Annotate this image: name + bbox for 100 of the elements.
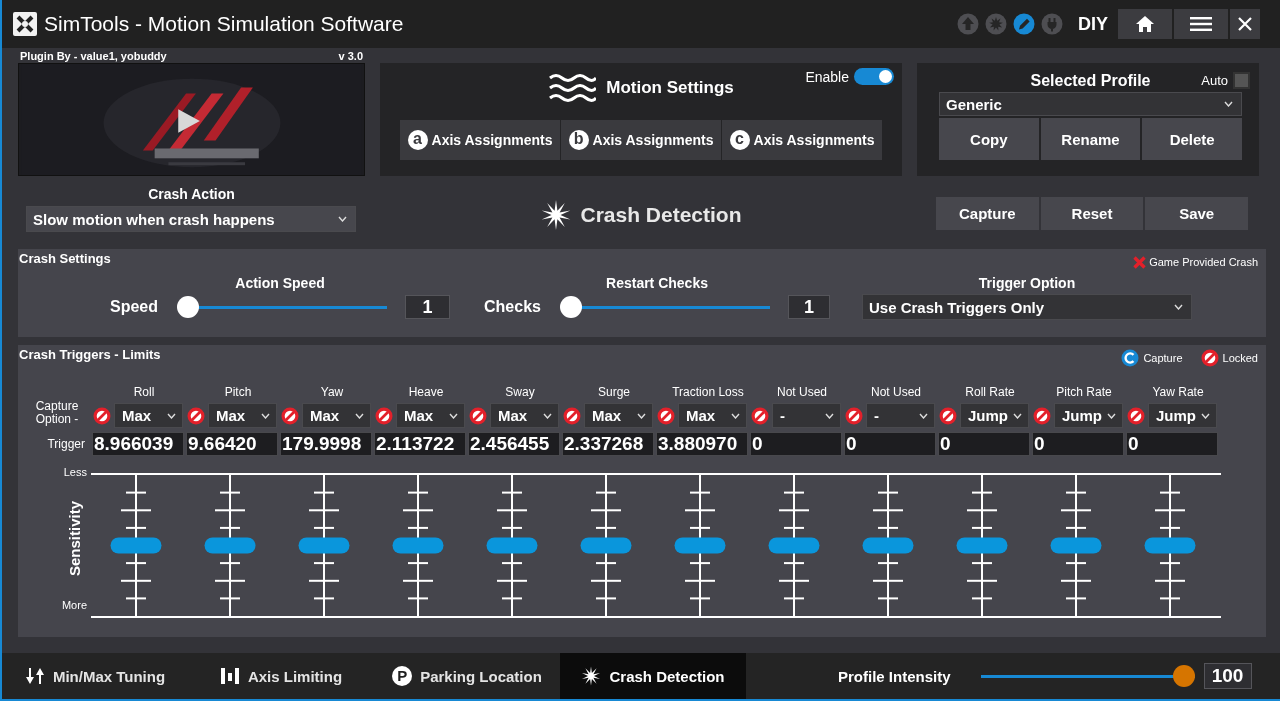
- axis-assignments-button[interactable]: c Axis Assignments: [722, 120, 882, 160]
- app-logo-icon: [12, 11, 38, 37]
- prohibited-icon[interactable]: [563, 406, 581, 425]
- prohibited-icon[interactable]: [1033, 406, 1051, 425]
- trigger-field[interactable]: 0: [938, 432, 1030, 456]
- prohibited-icon: [1200, 349, 1219, 367]
- slider-thumb[interactable]: [862, 537, 914, 554]
- slider-thumb[interactable]: [580, 537, 632, 554]
- axis-label: Surge: [597, 385, 631, 399]
- prohibited-icon[interactable]: [1127, 406, 1145, 425]
- trigger-field[interactable]: 179.9998: [280, 432, 372, 456]
- axis-label: Roll Rate: [964, 385, 1016, 399]
- profile-intensity-label: Profile Intensity: [838, 667, 951, 685]
- menu-button[interactable]: [1174, 9, 1228, 39]
- trigger-field[interactable]: 2.456455: [468, 432, 560, 456]
- group-title: Action Speed: [234, 274, 326, 293]
- slider-thumb[interactable]: [956, 537, 1008, 554]
- profile-dropdown[interactable]: Generic: [939, 92, 1242, 116]
- prohibited-icon[interactable]: [187, 406, 205, 425]
- value-field[interactable]: 100: [1203, 663, 1252, 689]
- trigger-field[interactable]: 0: [844, 432, 936, 456]
- prohibited-icon[interactable]: [657, 406, 675, 425]
- prohibited-icon[interactable]: [281, 406, 299, 425]
- menu-icon: [1190, 17, 1212, 31]
- trigger-field[interactable]: 0: [1126, 432, 1218, 456]
- capture-option-dropdown[interactable]: Jump: [960, 403, 1029, 428]
- slider-thumb[interactable]: [110, 537, 162, 554]
- home-button[interactable]: [1118, 9, 1172, 39]
- action-button[interactable]: Reset: [1040, 197, 1144, 230]
- capture-option-dropdown[interactable]: -: [866, 403, 935, 428]
- prohibited-icon[interactable]: [469, 406, 487, 425]
- profile-button[interactable]: Delete: [1142, 118, 1242, 160]
- slider-thumb[interactable]: [559, 296, 582, 318]
- capture-option-dropdown[interactable]: Max: [208, 403, 277, 428]
- profile-button[interactable]: Rename: [1040, 118, 1141, 160]
- slider-thumb[interactable]: [486, 537, 538, 554]
- trigger-field[interactable]: 9.66420: [186, 432, 278, 456]
- slider-thumb[interactable]: [177, 296, 199, 318]
- trigger-field[interactable]: 0: [750, 432, 842, 456]
- slider[interactable]: [177, 296, 387, 318]
- value-field[interactable]: 1: [787, 295, 830, 319]
- capture-option-dropdown[interactable]: Max: [396, 403, 465, 428]
- page-heading: Crash Detection: [580, 202, 742, 227]
- axis-label: Yaw Rate: [1151, 385, 1205, 399]
- slider-thumb[interactable]: [1050, 537, 1102, 554]
- trigger-field[interactable]: 2.337268: [562, 432, 654, 456]
- capture-option-dropdown[interactable]: Max: [584, 403, 653, 428]
- caret-icon: [1013, 412, 1022, 419]
- caret-icon: [731, 412, 740, 419]
- caret-icon: [825, 412, 834, 419]
- capture-icon: [1121, 349, 1140, 367]
- slider-thumb[interactable]: [204, 537, 256, 554]
- prohibited-icon[interactable]: [939, 406, 957, 425]
- slider-thumb[interactable]: [392, 537, 444, 554]
- profile-button[interactable]: Copy: [939, 118, 1039, 160]
- slider-thumb[interactable]: [768, 537, 820, 554]
- action-button[interactable]: Capture: [936, 197, 1039, 230]
- trigger-field[interactable]: 3.880970: [656, 432, 748, 456]
- caret-icon: [167, 412, 176, 419]
- value-field[interactable]: 1: [405, 295, 450, 319]
- auto-checkbox[interactable]: [1233, 72, 1250, 89]
- slider-thumb[interactable]: [1144, 537, 1196, 554]
- axis-assignments-button[interactable]: a Axis Assignments: [400, 120, 560, 160]
- bottom-tab[interactable]: Crash Detection: [560, 653, 746, 699]
- axis-assignments-button[interactable]: b Axis Assignments: [561, 120, 721, 160]
- crash-action-dropdown[interactable]: Slow motion when crash happens: [26, 206, 356, 232]
- trigger-option-dropdown[interactable]: Use Crash Triggers Only: [862, 294, 1192, 320]
- caret-icon: [637, 412, 646, 419]
- capture-option-dropdown[interactable]: Max: [490, 403, 559, 428]
- pen-icon[interactable]: [1013, 13, 1035, 35]
- close-button[interactable]: [1230, 9, 1260, 39]
- prohibited-icon[interactable]: [375, 406, 393, 425]
- axis-label: Heave: [407, 385, 445, 399]
- plugin-author: Plugin By - value1, yobuddy: [20, 50, 167, 63]
- axis-label: Not Used: [870, 385, 922, 399]
- slider-thumb[interactable]: [298, 537, 350, 554]
- action-button[interactable]: Save: [1145, 197, 1248, 230]
- trigger-field[interactable]: 2.113722: [374, 432, 466, 456]
- capture-option-dropdown[interactable]: -: [772, 403, 841, 428]
- capture-option-dropdown[interactable]: Jump: [1054, 403, 1123, 428]
- slider-thumb[interactable]: [1172, 665, 1195, 687]
- section-title: Crash Triggers - Limits: [19, 346, 161, 362]
- bars-icon: [219, 667, 240, 685]
- slider-thumb[interactable]: [674, 537, 726, 554]
- capture-option-dropdown[interactable]: Max: [678, 403, 747, 428]
- prohibited-icon[interactable]: [93, 406, 111, 425]
- axis-label: Roll: [132, 385, 156, 399]
- caret-icon: [1224, 101, 1233, 107]
- slider[interactable]: [559, 296, 770, 318]
- trigger-field[interactable]: 8.966039: [92, 432, 184, 456]
- auto-label: Auto: [1201, 73, 1228, 88]
- trigger-field[interactable]: 0: [1032, 432, 1124, 456]
- capture-option-dropdown[interactable]: Max: [302, 403, 371, 428]
- slider-label: Speed: [110, 298, 158, 316]
- capture-option-dropdown[interactable]: Max: [114, 403, 183, 428]
- capture-option-dropdown[interactable]: Jump: [1148, 403, 1217, 428]
- prohibited-icon[interactable]: [845, 406, 863, 425]
- enable-toggle[interactable]: [854, 68, 894, 85]
- close-icon: [1238, 17, 1252, 31]
- prohibited-icon[interactable]: [751, 406, 769, 425]
